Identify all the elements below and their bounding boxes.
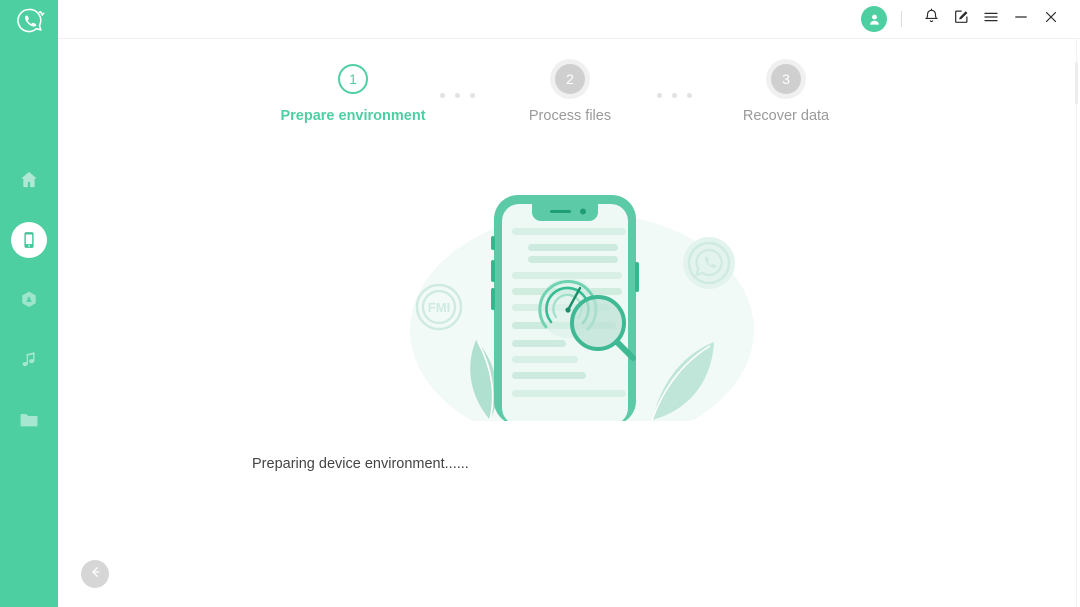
step-2-label: Process files <box>528 108 612 124</box>
step-2: 2 Process files <box>460 64 680 124</box>
back-button[interactable] <box>81 560 109 588</box>
cloud-icon <box>18 289 40 316</box>
step-1-number: 1 <box>349 71 357 87</box>
bell-icon <box>923 8 940 30</box>
toolbar-divider <box>901 11 902 27</box>
title-bar <box>58 0 1080 39</box>
sidebar-item-files[interactable] <box>0 392 58 452</box>
sidebar-item-music[interactable] <box>0 332 58 392</box>
home-icon <box>18 169 40 196</box>
arrow-left-icon <box>87 564 103 585</box>
svg-text:FMI: FMI <box>428 300 450 315</box>
step-2-number: 2 <box>566 71 574 87</box>
close-icon <box>1042 8 1060 31</box>
edit-square-icon <box>953 8 970 30</box>
connector-dot <box>657 93 662 98</box>
hamburger-menu-icon <box>982 8 1000 31</box>
step-3-label: Recover data <box>742 108 830 124</box>
scrollbar-thumb[interactable] <box>1075 62 1078 104</box>
sidebar-item-device[interactable] <box>0 212 58 272</box>
sidebar <box>0 0 58 607</box>
step-1: 1 Prepare environment <box>243 64 463 124</box>
phone-icon <box>19 230 39 255</box>
notifications-button[interactable] <box>916 4 946 34</box>
close-button[interactable] <box>1036 4 1066 34</box>
music-note-icon <box>19 350 39 375</box>
sidebar-item-home[interactable] <box>0 152 58 212</box>
step-1-label: Prepare environment <box>280 108 426 124</box>
user-avatar-icon[interactable] <box>861 6 887 32</box>
menu-button[interactable] <box>976 4 1006 34</box>
connector-dot <box>440 93 445 98</box>
status-text: Preparing device environment...... <box>252 456 469 472</box>
step-3: 3 Recover data <box>676 64 896 124</box>
app-window: 1 Prepare environment 2 Process files 3 … <box>0 0 1080 607</box>
step-3-circle: 3 <box>771 64 801 94</box>
device-scan-illustration: FMI <box>390 180 770 425</box>
feedback-button[interactable] <box>946 4 976 34</box>
folder-icon <box>18 409 40 436</box>
window-edge-line <box>1076 38 1077 607</box>
step-2-circle: 2 <box>555 64 585 94</box>
step-indicator: 1 Prepare environment 2 Process files 3 … <box>58 38 1080 148</box>
sidebar-nav <box>0 152 58 452</box>
window-controls <box>861 0 1066 38</box>
brand-logo <box>9 3 49 39</box>
minimize-icon <box>1012 8 1030 31</box>
step-3-number: 3 <box>782 71 790 87</box>
minimize-button[interactable] <box>1006 4 1036 34</box>
sidebar-item-cloud[interactable] <box>0 272 58 332</box>
step-1-circle: 1 <box>338 64 368 94</box>
